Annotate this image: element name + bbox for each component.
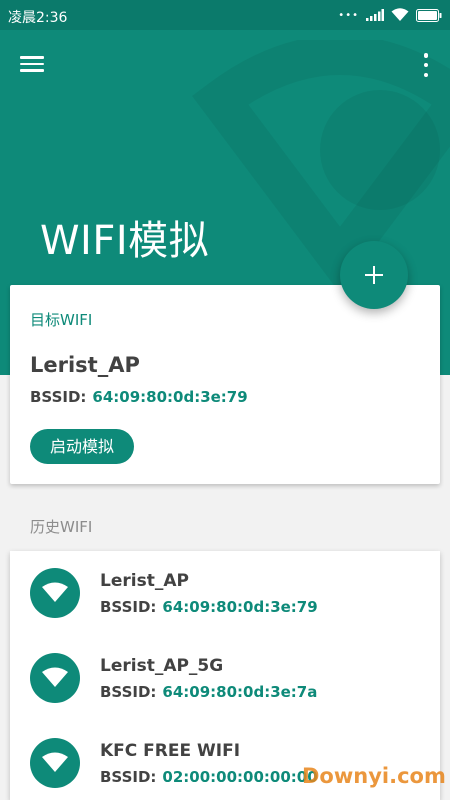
bssid-value: 64:09:80:0d:3e:79 — [92, 388, 248, 406]
status-time: 凌晨2:36 — [8, 10, 68, 26]
bssid-label: BSSID: — [100, 598, 157, 616]
history-wifi-list: Lerist_AP BSSID: 64:09:80:0d:3e:79 Lerist… — [10, 551, 440, 800]
start-simulation-button[interactable]: 启动模拟 — [30, 429, 135, 464]
item-bssid: BSSID: 64:09:80:0d:3e:7a — [100, 683, 317, 701]
item-ssid: Lerist_AP — [100, 571, 189, 591]
history-wifi-label: 历史WIFI — [30, 518, 93, 536]
wifi-icon — [391, 8, 409, 21]
status-icons: ••• — [338, 6, 442, 24]
wifi-icon — [30, 568, 80, 618]
target-wifi-label: 目标WIFI — [30, 311, 93, 329]
wifi-icon — [30, 653, 80, 703]
more-vert-icon[interactable] — [420, 53, 432, 77]
list-item[interactable]: Lerist_AP_5G BSSID: 64:09:80:0d:3e:7a — [10, 636, 440, 721]
page-title: WIFI模拟 — [40, 218, 210, 264]
item-bssid: BSSID: 64:09:80:0d:3e:79 — [100, 598, 318, 616]
add-button[interactable] — [340, 241, 408, 309]
watermark-logo: Downyi.com — [302, 764, 446, 788]
target-bssid: BSSID: 64:09:80:0d:3e:79 — [30, 388, 248, 406]
bssid-label: BSSID: — [100, 683, 157, 701]
hamburger-menu-icon[interactable] — [20, 52, 50, 78]
target-ssid: Lerist_AP — [30, 353, 140, 377]
item-bssid: BSSID: 02:00:00:00:00:00 — [100, 768, 318, 786]
target-wifi-card: 目标WIFI Lerist_AP BSSID: 64:09:80:0d:3e:79… — [10, 285, 440, 484]
battery-icon — [416, 8, 442, 22]
dots-icon: ••• — [338, 9, 359, 21]
list-item[interactable]: Lerist_AP BSSID: 64:09:80:0d:3e:79 — [10, 551, 440, 636]
list-item[interactable]: KFC FREE WIFI BSSID: 02:00:00:00:00:00 — [10, 721, 440, 800]
item-ssid: KFC FREE WIFI — [100, 741, 241, 761]
item-ssid: Lerist_AP_5G — [100, 656, 224, 676]
bssid-label: BSSID: — [30, 388, 87, 406]
bssid-label: BSSID: — [100, 768, 157, 786]
status-bar: 凌晨2:36 ••• — [0, 0, 450, 30]
signal-icon — [366, 9, 384, 21]
bssid-value: 02:00:00:00:00:00 — [162, 768, 318, 786]
background-wifi-decoration — [191, 40, 450, 294]
bssid-value: 64:09:80:0d:3e:79 — [162, 598, 318, 616]
wifi-icon — [30, 738, 80, 788]
bssid-value: 64:09:80:0d:3e:7a — [162, 683, 318, 701]
